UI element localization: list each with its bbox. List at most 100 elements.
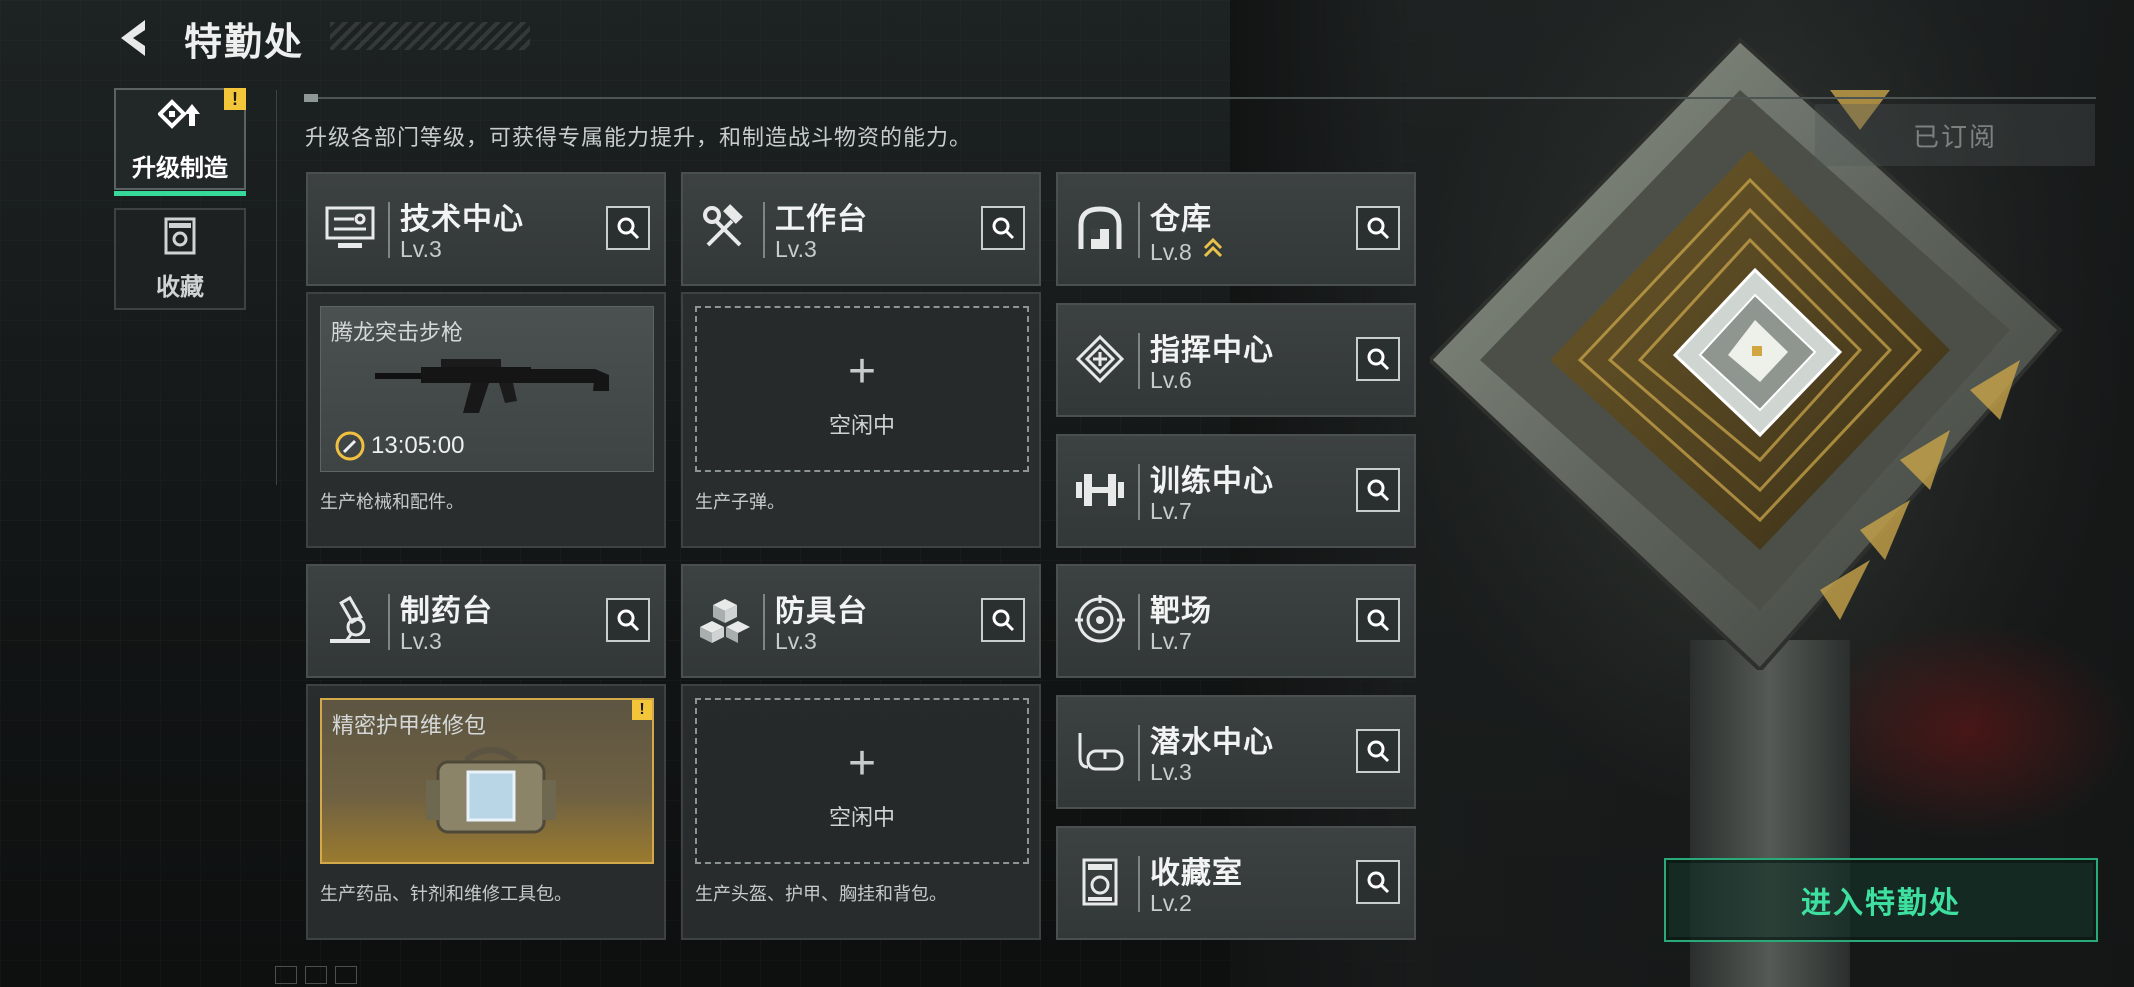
search-icon [992,609,1015,632]
dumbbell-icon [1072,462,1128,518]
department-card-shooting-range[interactable]: 靶场 Lv.7 [1056,564,1416,678]
department-level: Lv.7 [1150,628,1192,654]
warehouse-icon [1072,200,1128,256]
department-card-pharmacy[interactable]: 制药台 Lv.3 [306,564,666,678]
card-divider [1138,594,1140,650]
production-item-slot[interactable]: 腾龙突击步枪 13:05:00 [320,306,654,472]
wrench-timer-icon [335,431,365,461]
decoration-mark [275,966,297,984]
search-icon [1367,609,1390,632]
diving-mask-icon [1072,723,1128,779]
alert-badge: ! [224,88,246,110]
department-level: Lv.8 [1150,239,1192,265]
tech-center-icon [322,200,378,256]
microscope-icon [322,592,378,648]
cubes-icon [697,592,753,648]
production-time-remaining: 13:05:00 [371,432,465,459]
header: 特勤处 [110,10,304,66]
card-divider [1138,464,1140,520]
search-icon [617,217,640,240]
top-divider [304,94,2096,102]
card-divider [1138,725,1140,781]
idle-label: 空闲中 [828,413,895,438]
inspect-button[interactable] [606,598,650,642]
add-icon: + [847,737,877,790]
production-item-name: 腾龙突击步枪 [331,320,464,345]
card-divider [763,594,765,650]
department-level: Lv.6 [1150,367,1192,393]
tab-upgrade-craft[interactable]: 升级制造 ! [114,88,246,196]
inspect-button[interactable] [1356,598,1400,642]
inspect-button[interactable] [1356,729,1400,773]
tab-collection-label: 收藏 [156,273,204,301]
department-card-diving-center[interactable]: 潜水中心 Lv.3 [1056,695,1416,809]
card-divider [1138,856,1140,912]
inspect-button[interactable] [1356,468,1400,512]
upgrade-arrow-icon [158,98,200,129]
department-card-tech-center[interactable]: 技术中心 Lv.3 [306,172,666,286]
enter-special-ops-button[interactable]: 进入特勤处 [1664,858,2098,942]
production-timer: 13:05:00 [335,431,464,461]
production-item-slot[interactable]: 精密护甲维修包 ! [320,698,654,864]
inspect-button[interactable] [606,206,650,250]
add-icon: + [847,345,877,398]
department-name: 防具台 [775,595,868,628]
department-card-workbench[interactable]: 工作台 Lv.3 [681,172,1041,286]
trophy-case-icon [164,217,196,254]
inspect-button[interactable] [1356,860,1400,904]
decoration-mark [335,966,357,984]
production-slot-workbench: + 空闲中 生产子弹。 [681,292,1041,548]
production-item-name: 精密护甲维修包 [332,713,487,738]
inspect-button[interactable] [981,598,1025,642]
department-name: 指挥中心 [1150,334,1274,367]
card-divider [1138,333,1140,389]
repair-kit-bag-image [426,747,556,834]
production-slot-tech-center: 腾龙突击步枪 13:05:00 生产枪械和配件。 [306,292,666,548]
search-icon [1367,871,1390,894]
department-card-armor[interactable]: 防具台 Lv.3 [681,564,1041,678]
alert-badge: ! [632,700,652,720]
inspect-button[interactable] [1356,337,1400,381]
production-description: 生产头盔、护甲、胸挂和背包。 [695,884,947,904]
production-description: 生产子弹。 [695,492,785,512]
target-icon [1072,592,1128,648]
department-name: 工作台 [775,203,868,236]
decoration-mark [305,966,327,984]
back-button[interactable] [110,13,160,63]
empty-production-slot[interactable]: + 空闲中 [695,698,1029,864]
department-name: 收藏室 [1150,857,1243,890]
tab-collection[interactable]: 收藏 [114,208,246,310]
department-level: Lv.3 [400,236,442,262]
command-icon [1072,331,1128,387]
bottom-decoration [275,966,357,984]
department-level: Lv.3 [1150,759,1192,785]
collection-icon [1072,854,1128,910]
department-card-collection-room[interactable]: 收藏室 Lv.2 [1056,826,1416,940]
department-card-warehouse[interactable]: 仓库 Lv.8 [1056,172,1416,286]
search-icon [1367,479,1390,502]
subscribed-button[interactable]: 已订阅 [1815,104,2095,166]
back-arrow-icon [121,20,145,56]
idle-label: 空闲中 [828,805,895,830]
production-slot-pharmacy: 精密护甲维修包 ! 生产药品、针剂和维修工具包。 [306,684,666,940]
production-description: 生产药品、针剂和维修工具包。 [320,884,572,904]
inspect-button[interactable] [1356,206,1400,250]
production-description: 生产枪械和配件。 [320,492,464,512]
page-title: 特勤处 [184,21,305,64]
department-name: 训练中心 [1150,465,1274,498]
department-name: 制药台 [400,595,493,628]
department-level: Lv.3 [400,628,442,654]
department-card-command-center[interactable]: 指挥中心 Lv.6 [1056,303,1416,417]
card-divider [1138,202,1140,258]
department-level: Lv.2 [1150,890,1192,916]
inspect-button[interactable] [981,206,1025,250]
search-icon [1367,740,1390,763]
empty-production-slot[interactable]: + 空闲中 [695,306,1029,472]
department-card-training-center[interactable]: 训练中心 Lv.7 [1056,434,1416,548]
department-name: 靶场 [1150,595,1212,628]
search-icon [617,609,640,632]
card-divider [388,202,390,258]
assault-rifle-image [375,359,609,413]
department-level: Lv.3 [775,236,817,262]
level-up-chevron-icon [1204,237,1223,258]
